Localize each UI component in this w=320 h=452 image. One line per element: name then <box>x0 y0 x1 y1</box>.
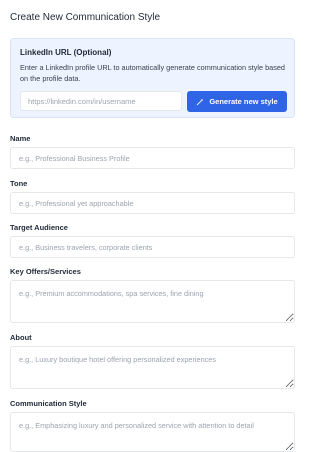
audience-label: Target Audience <box>10 223 68 232</box>
name-input[interactable] <box>10 147 295 169</box>
linkedin-url-input[interactable] <box>20 91 182 111</box>
audience-input[interactable] <box>10 236 295 258</box>
linkedin-title: LinkedIn URL (Optional) <box>20 48 112 57</box>
offers-textarea[interactable] <box>10 280 295 323</box>
page-title: Create New Communication Style <box>10 12 161 23</box>
about-textarea[interactable] <box>10 346 295 389</box>
style-label: Communication Style <box>10 399 87 408</box>
tone-label: Tone <box>10 179 28 188</box>
style-textarea[interactable] <box>10 412 295 452</box>
tone-input[interactable] <box>10 192 295 214</box>
offers-label: Key Offers/Services <box>10 267 81 276</box>
linkedin-description: Enter a LinkedIn profile URL to automati… <box>20 63 285 83</box>
generate-style-button[interactable]: Generate new style <box>187 91 287 112</box>
name-label: Name <box>10 134 31 143</box>
wand-icon <box>196 98 204 106</box>
generate-style-label: Generate new style <box>209 97 278 106</box>
about-label: About <box>10 333 32 342</box>
linkedin-card: LinkedIn URL (Optional) Enter a LinkedIn… <box>10 38 295 118</box>
